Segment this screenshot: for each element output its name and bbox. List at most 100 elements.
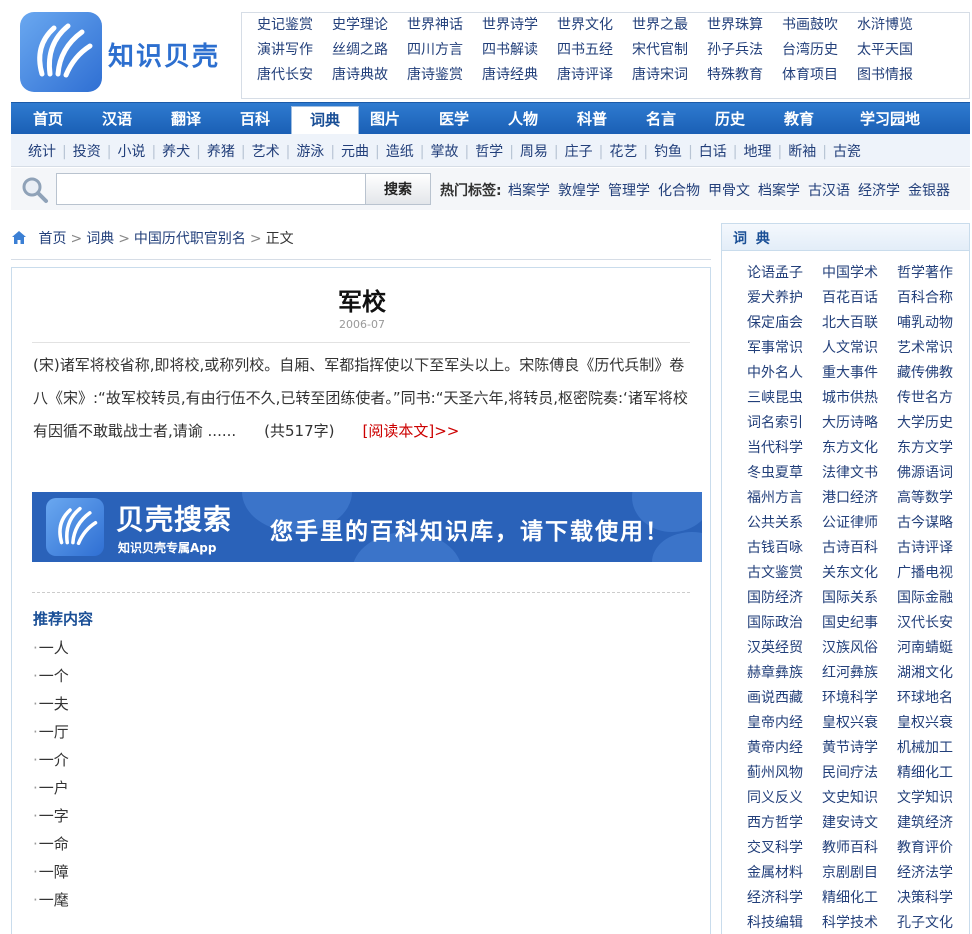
sidebar-link[interactable]: 湖湘文化	[897, 661, 972, 686]
nav-tab-5[interactable]: 词典	[291, 106, 359, 135]
sub-nav-item[interactable]: 造纸	[386, 144, 414, 160]
top-link[interactable]: 书画鼓吹	[782, 16, 857, 35]
sidebar-link[interactable]: 机械加工	[897, 736, 972, 761]
nav-tab-12[interactable]: 教育	[775, 103, 823, 135]
list-item[interactable]: 一命	[33, 830, 69, 858]
list-item[interactable]: 一厅	[33, 718, 69, 746]
top-link[interactable]: 唐诗经典	[482, 66, 557, 85]
sidebar-link[interactable]: 古诗百科	[822, 536, 897, 561]
sidebar-link[interactable]: 高等数学	[897, 486, 972, 511]
top-link[interactable]: 水浒博览	[857, 16, 932, 35]
top-link[interactable]: 宋代官制	[632, 41, 707, 60]
hot-tag[interactable]: 敦煌学	[558, 183, 600, 199]
nav-tab-11[interactable]: 历史	[706, 103, 754, 135]
top-link[interactable]: 世界诗学	[482, 16, 557, 35]
sidebar-link[interactable]: 国际关系	[822, 586, 897, 611]
sidebar-link[interactable]: 佛源语词	[897, 461, 972, 486]
sidebar-link[interactable]: 爱犬养护	[747, 286, 822, 311]
nav-tab-3[interactable]: 翻译	[162, 103, 210, 135]
sub-nav-item[interactable]: 庄子	[565, 144, 593, 160]
hot-tag[interactable]: 档案学	[508, 183, 550, 199]
sidebar-link[interactable]: 科技编辑	[747, 911, 822, 934]
sidebar-link[interactable]: 中外名人	[747, 361, 822, 386]
search-button[interactable]: 搜索	[365, 173, 431, 205]
breadcrumb-section[interactable]: 词典	[86, 231, 114, 247]
sub-nav-item[interactable]: 花艺	[609, 144, 637, 160]
sub-nav-item[interactable]: 古瓷	[833, 144, 861, 160]
sidebar-link[interactable]: 保定庙会	[747, 311, 822, 336]
sidebar-link[interactable]: 精细化工	[897, 761, 972, 786]
sidebar-link[interactable]: 河南蜻蜓	[897, 636, 972, 661]
sidebar-link[interactable]: 古诗评译	[897, 536, 972, 561]
sidebar-link[interactable]: 国际政治	[747, 611, 822, 636]
sidebar-link[interactable]: 大学历史	[897, 411, 972, 436]
nav-tab-9[interactable]: 科普	[568, 103, 616, 135]
sidebar-link[interactable]: 汉族风俗	[822, 636, 897, 661]
sidebar-link[interactable]: 哺乳动物	[897, 311, 972, 336]
list-item[interactable]: 一个	[33, 662, 69, 690]
sidebar-link[interactable]: 经济科学	[747, 886, 822, 911]
sidebar-link[interactable]: 论语孟子	[747, 261, 822, 286]
top-link[interactable]: 特殊教育	[707, 66, 782, 85]
sidebar-link[interactable]: 词名索引	[747, 411, 822, 436]
top-link[interactable]: 世界文化	[557, 16, 632, 35]
sub-nav-item[interactable]: 统计	[28, 144, 56, 160]
sidebar-link[interactable]: 当代科学	[747, 436, 822, 461]
hot-tag[interactable]: 古汉语	[808, 183, 850, 199]
sidebar-link[interactable]: 同义反义	[747, 786, 822, 811]
sidebar-link[interactable]: 北大百联	[822, 311, 897, 336]
sidebar-link[interactable]: 重大事件	[822, 361, 897, 386]
nav-tab-10[interactable]: 名言	[637, 103, 685, 135]
sidebar-link[interactable]: 人文常识	[822, 336, 897, 361]
hot-tag[interactable]: 档案学	[758, 183, 800, 199]
hot-tag[interactable]: 金银器	[908, 183, 950, 199]
sidebar-link[interactable]: 蓟州风物	[747, 761, 822, 786]
sidebar-link[interactable]: 环境科学	[822, 686, 897, 711]
sidebar-link[interactable]: 文学知识	[897, 786, 972, 811]
sidebar-link[interactable]: 公共关系	[747, 511, 822, 536]
sidebar-link[interactable]: 古文鉴赏	[747, 561, 822, 586]
sidebar-link[interactable]: 汉代长安	[897, 611, 972, 636]
sub-nav-item[interactable]: 周易	[520, 144, 548, 160]
breadcrumb-home[interactable]: 首页	[38, 231, 66, 247]
sub-nav-item[interactable]: 掌故	[430, 144, 458, 160]
top-link[interactable]: 唐诗鉴赏	[407, 66, 482, 85]
sidebar-link[interactable]: 民间疗法	[822, 761, 897, 786]
top-link[interactable]: 世界珠算	[707, 16, 782, 35]
sidebar-link[interactable]: 交叉科学	[747, 836, 822, 861]
top-link[interactable]: 孙子兵法	[707, 41, 782, 60]
sidebar-link[interactable]: 古钱百咏	[747, 536, 822, 561]
list-item[interactable]: 一夫	[33, 690, 69, 718]
sidebar-link[interactable]: 国防经济	[747, 586, 822, 611]
sidebar-link[interactable]: 大历诗略	[822, 411, 897, 436]
search-input[interactable]	[56, 173, 366, 205]
sub-nav-item[interactable]: 游泳	[296, 144, 324, 160]
sidebar-link[interactable]: 文史知识	[822, 786, 897, 811]
list-item[interactable]: 一户	[33, 774, 69, 802]
nav-tab-4[interactable]: 百科	[231, 103, 279, 135]
read-more-link[interactable]: [阅读本文]>>	[363, 422, 460, 440]
sidebar-link[interactable]: 决策科学	[897, 886, 972, 911]
sidebar-link[interactable]: 藏传佛教	[897, 361, 972, 386]
sidebar-link[interactable]: 东方文学	[897, 436, 972, 461]
sidebar-link[interactable]: 关东文化	[822, 561, 897, 586]
nav-tab-7[interactable]: 医学	[430, 103, 478, 135]
list-item[interactable]: 一字	[33, 802, 69, 830]
top-link[interactable]: 唐诗评译	[557, 66, 632, 85]
top-link[interactable]: 丝绸之路	[332, 41, 407, 60]
sidebar-link[interactable]: 红河彝族	[822, 661, 897, 686]
list-item[interactable]: 一障	[33, 858, 69, 886]
sidebar-link[interactable]: 建筑经济	[897, 811, 972, 836]
sidebar-link[interactable]: 教育评价	[897, 836, 972, 861]
sidebar-link[interactable]: 国际金融	[897, 586, 972, 611]
sidebar-link[interactable]: 古今谋略	[897, 511, 972, 536]
site-logo[interactable]: 知识贝壳	[20, 12, 230, 92]
sidebar-link[interactable]: 百科合称	[897, 286, 972, 311]
sidebar-link[interactable]: 艺术常识	[897, 336, 972, 361]
sidebar-link[interactable]: 经济法学	[897, 861, 972, 886]
app-download-banner[interactable]: 贝壳搜索 知识贝壳专属App 您手里的百科知识库，请下载使用！	[32, 492, 702, 562]
sidebar-link[interactable]: 京剧剧目	[822, 861, 897, 886]
sub-nav-item[interactable]: 小说	[117, 144, 145, 160]
sub-nav-item[interactable]: 养犬	[162, 144, 190, 160]
sub-nav-item[interactable]: 养猪	[207, 144, 235, 160]
